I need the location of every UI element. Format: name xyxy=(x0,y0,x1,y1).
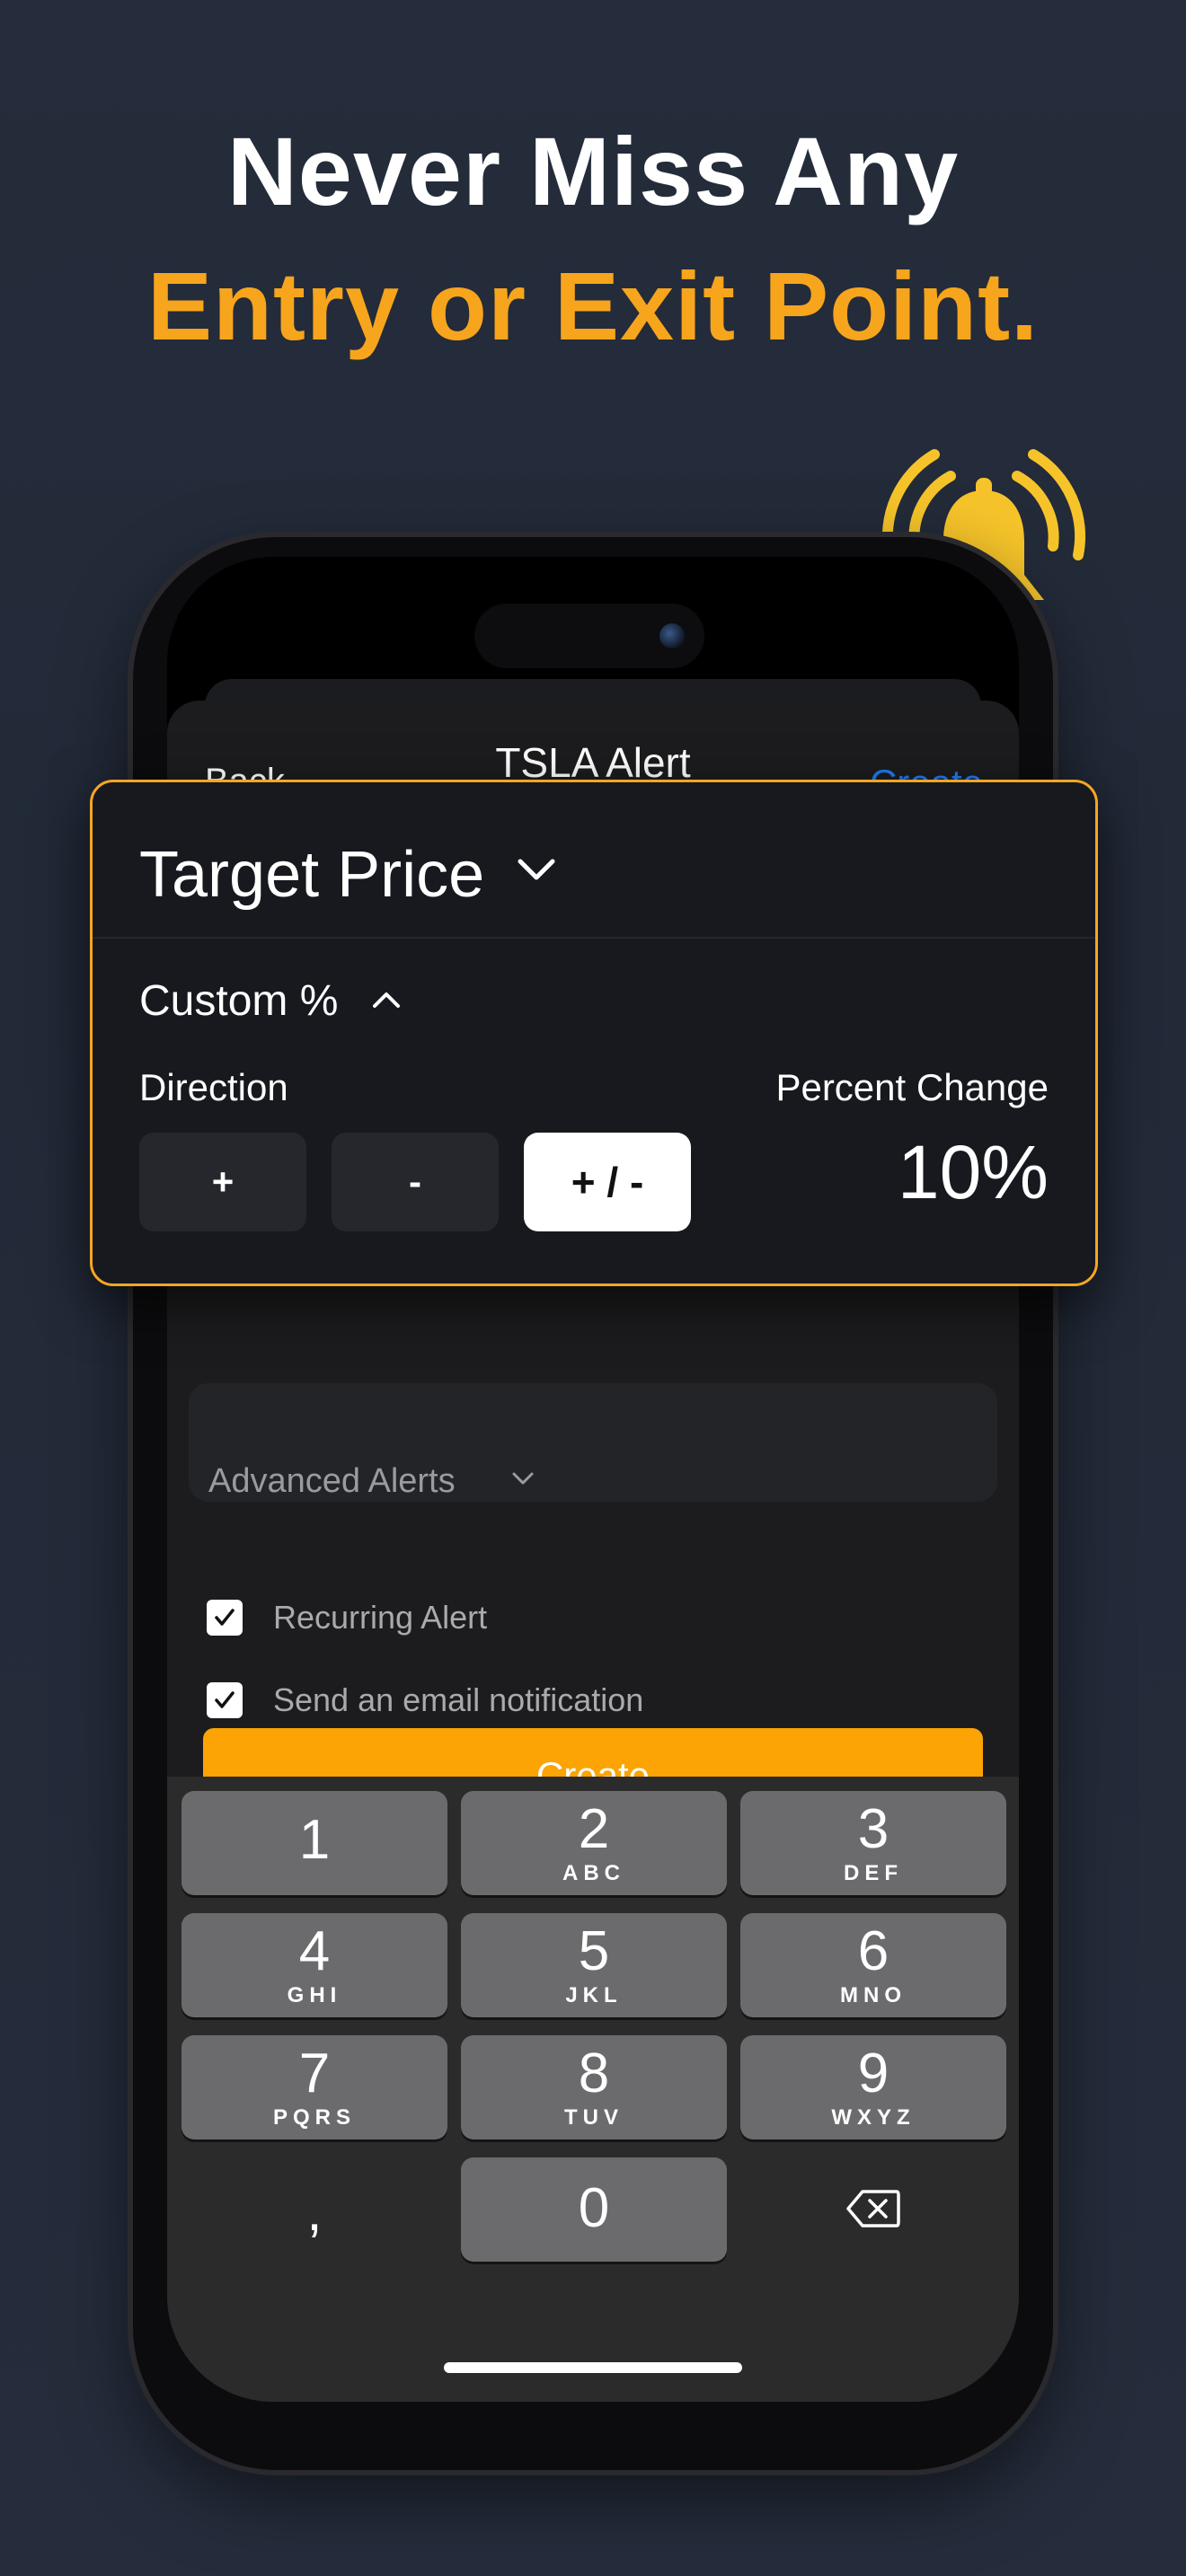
key-number: 1 xyxy=(298,1809,331,1871)
key-2[interactable]: 2 ABC xyxy=(461,1791,727,1895)
key-number: 3 xyxy=(857,1798,890,1860)
key-4[interactable]: 4 GHI xyxy=(181,1913,447,2017)
key-6[interactable]: 6 MNO xyxy=(740,1913,1006,2017)
key-letters: MNO xyxy=(840,1983,907,2007)
direction-minus-button[interactable]: - xyxy=(332,1133,499,1231)
backspace-icon xyxy=(846,2190,900,2228)
key-number: 7 xyxy=(298,2042,331,2104)
percent-change-value[interactable]: 10% xyxy=(898,1129,1049,1216)
recurring-alert-label: Recurring Alert xyxy=(273,1599,488,1636)
recurring-alert-row[interactable]: Recurring Alert xyxy=(207,1599,487,1636)
direction-plus-button[interactable]: + xyxy=(139,1133,306,1231)
custom-percent-toggle[interactable]: Custom % xyxy=(139,976,338,1026)
advanced-alerts-toggle[interactable]: Advanced Alerts xyxy=(208,1462,456,1501)
key-number: 6 xyxy=(857,1920,890,1982)
key-number: 2 xyxy=(578,1798,610,1860)
key-letters: TUV xyxy=(564,2105,624,2130)
key-0[interactable]: 0 xyxy=(461,2157,727,2262)
key-letters: ABC xyxy=(562,1861,625,1885)
email-notification-checkbox[interactable] xyxy=(207,1682,243,1718)
key-letters: JKL xyxy=(565,1983,623,2007)
key-number: , xyxy=(306,2181,323,2243)
key-letters: GHI xyxy=(287,1983,342,2007)
recurring-alert-checkbox[interactable] xyxy=(207,1600,243,1636)
headline-line2: Entry or Exit Point. xyxy=(146,251,1040,360)
checkmark-icon xyxy=(215,1609,235,1626)
key-letters: WXYZ xyxy=(831,2105,916,2130)
divider xyxy=(93,937,1095,939)
email-notification-label: Send an email notification xyxy=(273,1681,644,1718)
home-indicator xyxy=(444,2362,742,2373)
target-price-card: Target Price Custom % Direction Percent … xyxy=(90,780,1098,1286)
key-number: 4 xyxy=(298,1920,331,1982)
key-number: 8 xyxy=(578,2042,610,2104)
chevron-up-icon[interactable] xyxy=(371,989,402,1010)
key-comma[interactable]: , xyxy=(181,2157,447,2262)
camera-icon xyxy=(659,623,685,648)
key-number: 5 xyxy=(578,1920,610,1982)
headline-line1: Never Miss Any xyxy=(226,117,960,225)
delete-key[interactable] xyxy=(740,2157,1006,2262)
checkmark-icon xyxy=(215,1691,235,1708)
key-5[interactable]: 5 JKL xyxy=(461,1913,727,2017)
key-7[interactable]: 7 PQRS xyxy=(181,2035,447,2139)
key-letters: PQRS xyxy=(272,2105,356,2130)
email-notification-row[interactable]: Send an email notification xyxy=(207,1681,643,1719)
chevron-down-icon[interactable] xyxy=(515,854,558,885)
key-number: 9 xyxy=(857,2042,890,2104)
numeric-keyboard: 1 2 ABC 3 DEF 4 GHI 5 JKL 6 MNO 7 PQRS 8 TUV 9W… xyxy=(167,1777,1019,2402)
direction-both-button[interactable]: + / - xyxy=(524,1133,691,1231)
dynamic-island xyxy=(474,604,704,668)
key-3[interactable]: 3 DEF xyxy=(740,1791,1006,1895)
key-9[interactable]: 9 WXYZ xyxy=(740,2035,1006,2139)
direction-label: Direction xyxy=(139,1066,288,1108)
key-number: 0 xyxy=(578,2177,610,2239)
percent-change-label: Percent Change xyxy=(775,1066,1049,1108)
key-1[interactable]: 1 xyxy=(181,1791,447,1895)
alert-type-selector[interactable]: Target Price xyxy=(139,838,484,912)
key-8[interactable]: 8 TUV xyxy=(461,2035,727,2139)
key-letters: DEF xyxy=(844,1861,903,1885)
chevron-down-icon[interactable] xyxy=(510,1469,535,1487)
